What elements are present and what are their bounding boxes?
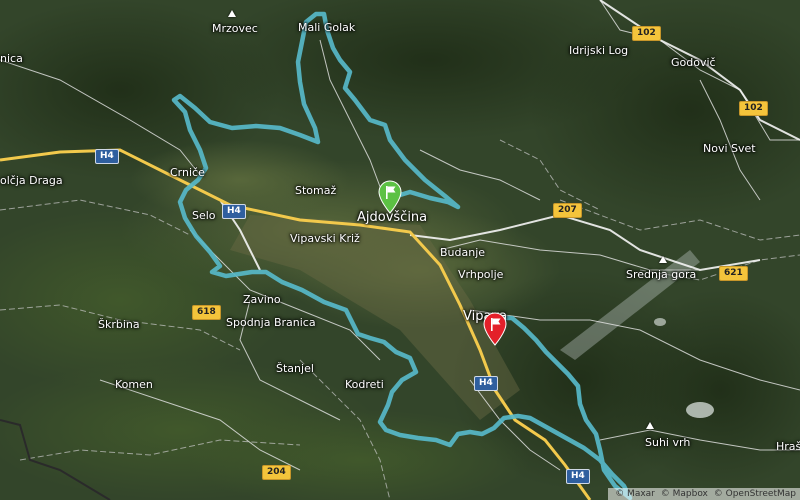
place-label-suhi-vrh: Suhi vrh [645, 436, 691, 449]
place-label-budanje: Budanje [440, 246, 486, 259]
road-shield-h4: H4 [95, 149, 119, 164]
place-label-selo: Selo [192, 209, 216, 222]
place-label-zavino: Zavino [243, 293, 281, 306]
road-shield-102: 102 [739, 101, 768, 116]
end-marker[interactable] [482, 312, 508, 346]
map-view[interactable]: Mali Golak Mrzovec Idrijski Log Godovič … [0, 0, 800, 500]
road-shield-204: 204 [262, 465, 291, 480]
peak-icon-mrzovec [228, 10, 236, 17]
attribution-openstreetmap[interactable]: © OpenStreetMap [714, 489, 796, 499]
map-layer [0, 0, 800, 500]
place-label-vrhpolje: Vrhpolje [458, 268, 504, 281]
place-label-kodreti: Kodreti [345, 378, 384, 391]
place-label-stanjel: Štanjel [276, 362, 314, 375]
place-label-mali-golak: Mali Golak [298, 21, 356, 34]
finish-flag-icon [483, 312, 507, 346]
start-flag-icon [378, 180, 402, 214]
place-label-branica-edge: nica [0, 52, 23, 65]
road-shield-102: 102 [632, 26, 661, 41]
place-label-srednja-gora: Srednja gora [626, 268, 697, 281]
road-shield-621: 621 [719, 266, 748, 281]
place-label-hrase: Hraš [776, 440, 800, 453]
attribution-maxar[interactable]: © Maxar [615, 489, 655, 499]
map-attribution: © Maxar © Mapbox © OpenStreetMap [608, 488, 800, 500]
place-label-novi-svet: Novi Svet [703, 142, 756, 155]
place-label-spodnja-branica: Spodnja Branica [226, 316, 316, 329]
place-label-mrzovec: Mrzovec [212, 22, 258, 35]
place-label-godovic: Godovič [671, 56, 716, 69]
attribution-mapbox[interactable]: © Mapbox [661, 489, 708, 499]
place-label-komen: Komen [115, 378, 153, 391]
road-shield-207: 207 [553, 203, 582, 218]
place-label-idrijski-log: Idrijski Log [569, 44, 629, 57]
place-label-crnice: Crniče [170, 166, 205, 179]
place-label-vipavski-kriz: Vipavski Križ [290, 232, 360, 245]
peak-icon-suhi-vrh [646, 422, 654, 429]
road-shield-h4: H4 [222, 204, 246, 219]
start-marker[interactable] [377, 180, 403, 214]
road-shield-h4: H4 [474, 376, 498, 391]
place-label-dolcja-draga: olčja Draga [0, 174, 63, 187]
place-label-stomaz: Stomaž [295, 184, 337, 197]
road-shield-618: 618 [192, 305, 221, 320]
road-shield-h4: H4 [566, 469, 590, 484]
peak-icon-srednja-gora [659, 256, 667, 263]
place-label-skrbina: Škrbina [98, 318, 140, 331]
